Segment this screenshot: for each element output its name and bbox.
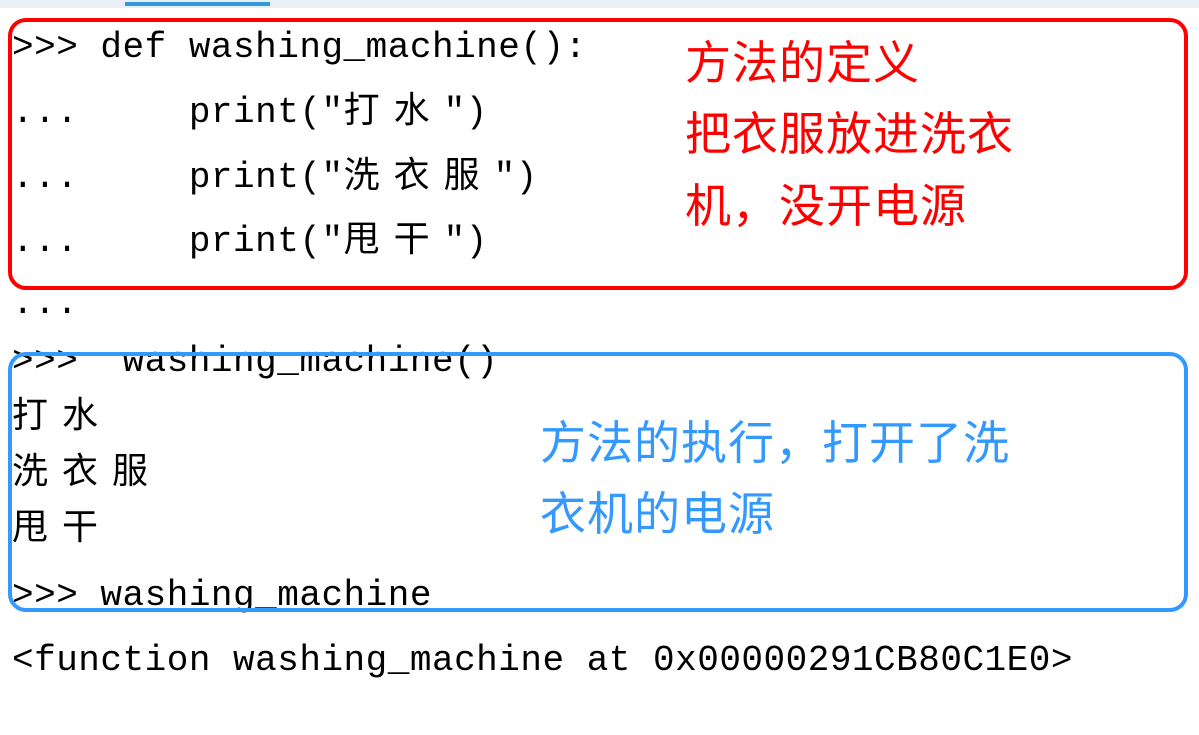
code-text: >>> washing_machine: [12, 575, 432, 616]
code-line-repr: <function washing_machine at 0x00000291C…: [12, 629, 1187, 694]
code-line-ref: >>> washing_machine: [12, 564, 1187, 629]
annotation-text: 方法的定义: [685, 28, 1014, 99]
code-text: ...: [12, 283, 78, 324]
tab-bar: [0, 0, 1199, 8]
code-text: 洗衣服: [344, 157, 494, 198]
code-text: >>> washing_machine(): [12, 341, 498, 382]
code-line-call: >>> washing_machine(): [12, 333, 1187, 391]
code-text: <function washing_machine at 0x00000291C…: [12, 640, 1073, 681]
annotation-definition: 方法的定义 把衣服放进洗衣 机，没开电源: [685, 28, 1014, 242]
code-text: >>> def washing_machine():: [12, 27, 587, 68]
annotation-text: 衣机的电源: [540, 479, 1010, 550]
code-text: 打水: [344, 92, 444, 133]
code-content: >>> def washing_machine(): ... print("打水…: [0, 8, 1199, 695]
output-text: 洗衣服: [12, 453, 162, 494]
annotation-execution: 方法的执行，打开了洗 衣机的电源: [540, 408, 1010, 551]
annotation-text: 把衣服放进洗衣: [685, 99, 1014, 170]
code-line-continue: ...: [12, 275, 1187, 333]
annotation-text: 机，没开电源: [685, 171, 1014, 242]
code-text: 甩干: [344, 221, 444, 262]
output-text: 打水: [12, 397, 112, 438]
annotation-text: 方法的执行，打开了洗: [540, 408, 1010, 479]
output-text: 甩干: [12, 509, 112, 550]
